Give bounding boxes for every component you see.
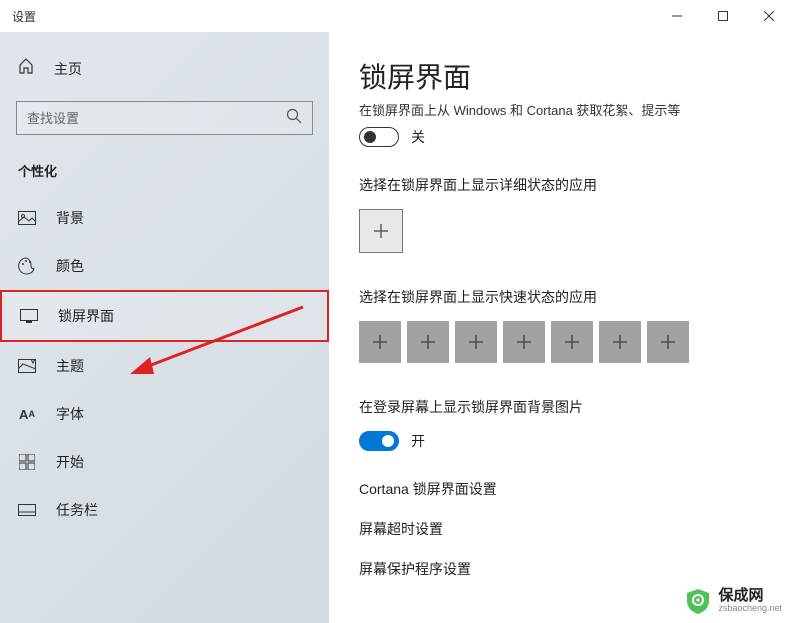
palette-icon [18, 257, 36, 275]
quick-status-label: 选择在锁屏界面上显示快速状态的应用 [359, 287, 762, 307]
sidebar-item-fonts[interactable]: AA 字体 [0, 390, 329, 438]
watermark-url: zsbaocheng.net [718, 604, 782, 614]
add-quick-app-tile[interactable] [503, 321, 545, 363]
window-controls [654, 0, 792, 32]
cortana-settings-link[interactable]: Cortana 锁屏界面设置 [359, 479, 762, 499]
maximize-button[interactable] [700, 0, 746, 32]
home-label: 主页 [54, 59, 82, 79]
minimize-button[interactable] [654, 0, 700, 32]
sidebar-item-taskbar[interactable]: 任务栏 [0, 486, 329, 534]
add-quick-app-tile[interactable] [455, 321, 497, 363]
toggle-off-label: 关 [411, 127, 425, 147]
login-bg-label: 在登录屏幕上显示锁屏界面背景图片 [359, 397, 762, 417]
page-title: 锁屏界面 [359, 56, 762, 96]
sidebar-item-themes[interactable]: 主题 [0, 342, 329, 390]
search-input[interactable] [27, 111, 286, 126]
search-box[interactable] [16, 101, 313, 135]
add-quick-app-tile[interactable] [407, 321, 449, 363]
nav-label: 字体 [56, 404, 84, 424]
cortana-tip-text: 在锁屏界面上从 Windows 和 Cortana 获取花絮、提示等 [359, 100, 762, 119]
toggle-on-label: 开 [411, 431, 425, 451]
main-pane: 锁屏界面 在锁屏界面上从 Windows 和 Cortana 获取花絮、提示等 … [329, 32, 792, 623]
sidebar-item-background[interactable]: 背景 [0, 194, 329, 242]
lockscreen-icon [20, 309, 38, 323]
window-title: 设置 [12, 8, 36, 25]
sidebar: 主页 个性化 背景 颜色 锁 [0, 32, 329, 623]
add-quick-app-tile[interactable] [551, 321, 593, 363]
cortana-tip-toggle[interactable] [359, 127, 399, 147]
home-icon [18, 58, 36, 79]
search-icon [286, 108, 302, 129]
nav-label: 背景 [56, 208, 84, 228]
home-nav[interactable]: 主页 [0, 50, 329, 87]
sidebar-item-lockscreen[interactable]: 锁屏界面 [0, 290, 329, 342]
nav-label: 颜色 [56, 256, 84, 276]
close-button[interactable] [746, 0, 792, 32]
nav-label: 锁屏界面 [58, 306, 114, 326]
add-quick-app-tile[interactable] [647, 321, 689, 363]
add-detailed-app-tile[interactable] [359, 209, 403, 253]
detailed-status-label: 选择在锁屏界面上显示详细状态的应用 [359, 175, 762, 195]
nav-label: 任务栏 [56, 500, 98, 520]
login-bg-toggle[interactable] [359, 431, 399, 451]
picture-icon [18, 211, 36, 225]
section-header: 个性化 [0, 135, 329, 194]
watermark-shield-icon [684, 587, 712, 615]
theme-icon [18, 359, 36, 373]
nav-label: 开始 [56, 452, 84, 472]
sidebar-item-start[interactable]: 开始 [0, 438, 329, 486]
screensaver-link[interactable]: 屏幕保护程序设置 [359, 559, 762, 579]
screen-timeout-link[interactable]: 屏幕超时设置 [359, 519, 762, 539]
watermark: 保成网 zsbaocheng.net [684, 587, 782, 615]
add-quick-app-tile[interactable] [599, 321, 641, 363]
font-icon: AA [18, 407, 36, 422]
start-icon [18, 454, 36, 470]
nav-label: 主题 [56, 356, 84, 376]
taskbar-icon [18, 504, 36, 516]
watermark-name: 保成网 [718, 588, 782, 605]
sidebar-item-colors[interactable]: 颜色 [0, 242, 329, 290]
add-quick-app-tile[interactable] [359, 321, 401, 363]
